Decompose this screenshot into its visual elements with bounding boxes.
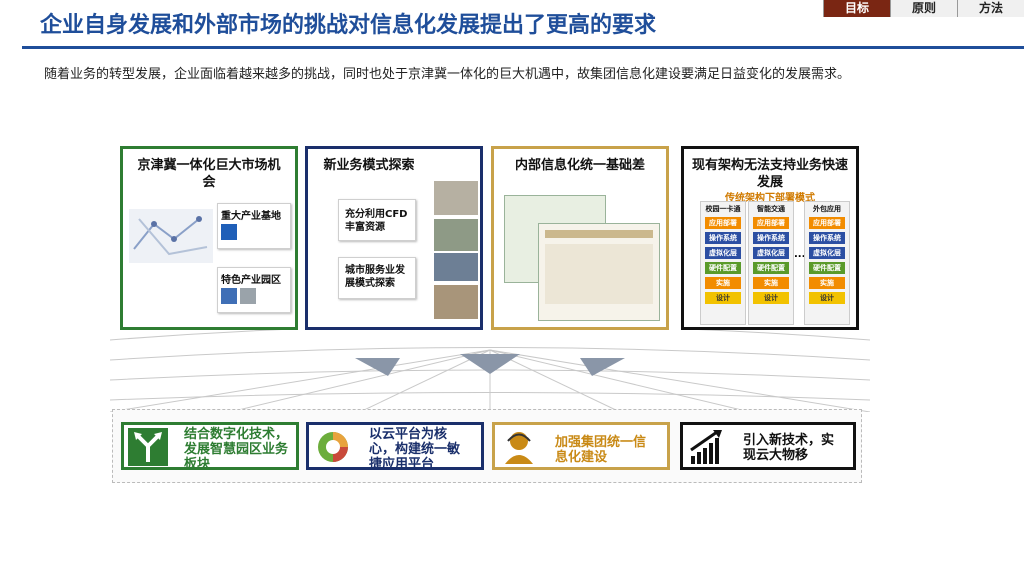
city-service-label: 城市服务业发展模式探索 bbox=[345, 265, 405, 289]
card-title: 内部信息化统一基础差 bbox=[514, 158, 645, 173]
industrial-park-box: 特色产业园区 bbox=[217, 267, 291, 313]
city-icon bbox=[221, 288, 237, 304]
arch-column: 外包应用 应用部署 操作系统 虚拟化层 硬件配置 实施 设计 bbox=[804, 201, 850, 325]
photo-office bbox=[434, 219, 478, 251]
section-tabs: 目标 原则 方法 bbox=[823, 0, 1024, 17]
solution-text: 加强集团统一信息化建设 bbox=[555, 435, 647, 465]
growth-bars-icon bbox=[690, 430, 722, 464]
solution-cloud-platform: 以云平台为核心，构建统一敏捷应用平台 bbox=[306, 422, 484, 472]
tab-method[interactable]: 方法 bbox=[957, 0, 1024, 17]
industry-base-box: 重大产业基地 bbox=[217, 203, 291, 249]
card-title: 京津冀一体化巨大市场机会 bbox=[137, 158, 281, 190]
card-market-opportunity: 京津冀一体化巨大市场机会 重大产业基地 特色产业园区 bbox=[120, 146, 298, 330]
solutions-panel: 结合数字化技术，发展智慧园区业务板块 以云平台为核心，构建统一敏捷应用平台 加强… bbox=[112, 409, 862, 483]
support-agent-icon bbox=[505, 432, 533, 464]
title-divider bbox=[22, 46, 1024, 49]
arch-column: 校园一卡通 应用部署 操作系统 虚拟化层 硬件配置 实施 设计 bbox=[700, 201, 746, 325]
solution-smart-park: 结合数字化技术，发展智慧园区业务板块 bbox=[121, 422, 299, 472]
intro-paragraph: 随着业务的转型发展，企业面临着越来越多的挑战，同时也处于京津冀一体化的巨大机遇中… bbox=[44, 67, 851, 82]
app-screenshot-2 bbox=[538, 223, 660, 321]
cfd-resource-box: 充分利用CFD丰富资源 bbox=[338, 199, 416, 241]
industrial-park-label: 特色产业园区 bbox=[221, 275, 281, 286]
photo-people bbox=[434, 181, 478, 215]
arch-column: 智能交通 应用部署 操作系统 虚拟化层 硬件配置 实施 设计 bbox=[748, 201, 794, 325]
card-new-business: 新业务模式探索 充分利用CFD丰富资源 城市服务业发展模式探索 bbox=[305, 146, 483, 330]
card-title: 现有架构无法支持业务快速发展 bbox=[691, 158, 848, 190]
tab-goal[interactable]: 目标 bbox=[823, 0, 890, 17]
solution-new-tech: 引入新技术，实现云大物移 bbox=[680, 422, 856, 470]
solution-text: 结合数字化技术，发展智慧园区业务板块 bbox=[184, 427, 289, 472]
photo-service bbox=[434, 285, 478, 319]
logo-icon bbox=[221, 224, 237, 240]
card-architecture: 现有架构无法支持业务快速发展 传统架构下部署模式 校园一卡通 应用部署 操作系统… bbox=[681, 146, 859, 330]
card-title: 新业务模式探索 bbox=[323, 158, 415, 173]
solution-text: 引入新技术，实现云大物移 bbox=[743, 433, 835, 463]
solution-group-it: 加强集团统一信息化建设 bbox=[492, 422, 670, 470]
industry-base-label: 重大产业基地 bbox=[221, 211, 281, 222]
photo-screen bbox=[434, 253, 478, 281]
funnel-grid bbox=[110, 330, 870, 412]
cloud-cycle-icon bbox=[318, 432, 348, 462]
split-arrows-icon bbox=[128, 428, 168, 466]
map-image bbox=[129, 209, 213, 263]
solution-text: 以云平台为核心，构建统一敏捷应用平台 bbox=[369, 427, 461, 472]
page-title: 企业自身发展和外部市场的挑战对信息化发展提出了更高的要求 bbox=[40, 13, 657, 38]
building-icon bbox=[240, 288, 256, 304]
card-internal-it: 内部信息化统一基础差 bbox=[491, 146, 669, 330]
cfd-resource-label: 充分利用CFD丰富资源 bbox=[345, 209, 408, 233]
city-service-box: 城市服务业发展模式探索 bbox=[338, 257, 416, 299]
tab-principle[interactable]: 原则 bbox=[890, 0, 957, 17]
